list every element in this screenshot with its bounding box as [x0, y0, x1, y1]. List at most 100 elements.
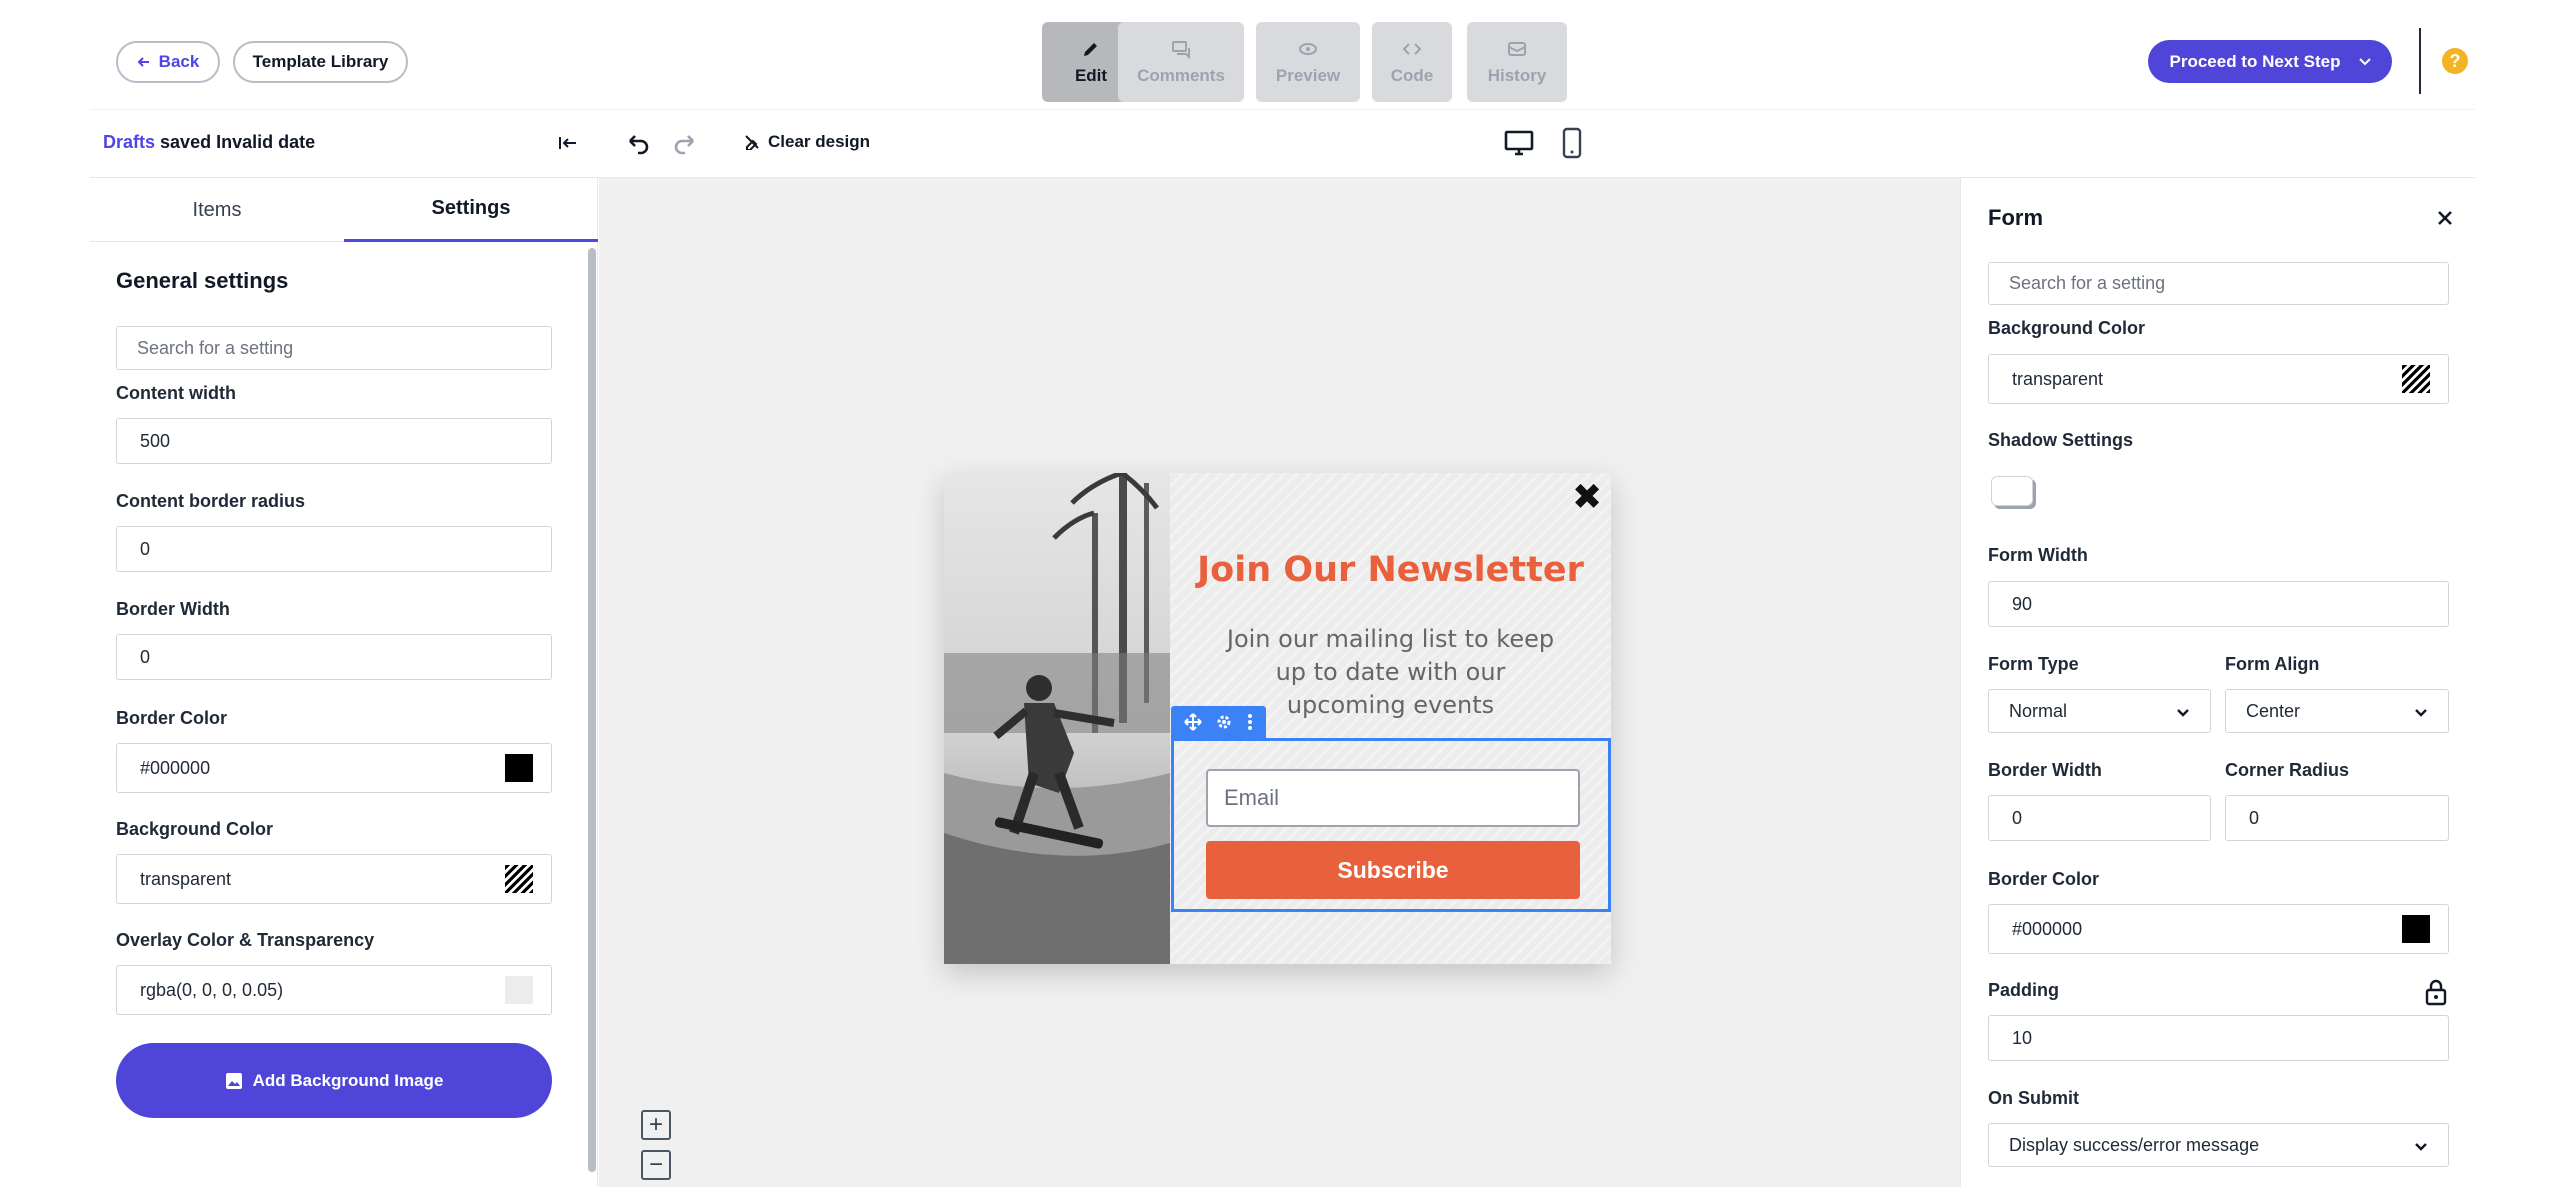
gear-icon[interactable] [1215, 713, 1233, 731]
padding-label: Padding [1988, 980, 2059, 1000]
form-border-width-field[interactable]: 0 [1988, 795, 2211, 841]
pencil-icon [1084, 43, 1097, 56]
border-color-field[interactable]: #000000 [116, 743, 552, 793]
settings-search-input[interactable]: Search for a setting [116, 326, 552, 370]
form-width-label: Form Width [1988, 545, 2088, 565]
back-button[interactable]: Back [116, 41, 220, 83]
tab-code[interactable]: Code [1372, 22, 1452, 102]
clear-design-button[interactable]: Clear design [744, 132, 870, 152]
clear-design-label: Clear design [768, 132, 871, 151]
form-type-select[interactable]: Normal [1988, 689, 2211, 733]
left-panel-scrollbar[interactable] [588, 248, 596, 1172]
comment-icon [1172, 41, 1190, 60]
tab-preview[interactable]: Preview [1256, 22, 1360, 102]
lock-icon[interactable] [2423, 978, 2449, 1006]
corner-radius-label: Corner Radius [2225, 760, 2350, 780]
tab-history-label: History [1487, 66, 1547, 85]
tab-comments[interactable]: Comments [1118, 22, 1244, 102]
draft-status: Drafts saved Invalid date [103, 132, 315, 153]
color-swatch[interactable] [505, 754, 533, 782]
background-color-value: transparent [140, 868, 232, 889]
transparent-swatch[interactable] [2402, 365, 2430, 393]
shadow-settings-label: Shadow Settings [1988, 430, 2134, 450]
design-canvas[interactable]: ✖ Join Our Newsletter Join our mailing l… [599, 178, 1960, 1187]
more-vertical-icon[interactable] [1247, 713, 1253, 731]
form-type-value: Normal [2009, 700, 2068, 721]
eye-icon [1299, 43, 1317, 55]
color-swatch[interactable] [2402, 915, 2430, 943]
shadow-toggle[interactable] [1991, 476, 2033, 506]
popup-close-icon[interactable]: ✖ [1572, 479, 1602, 515]
overlay-swatch[interactable] [505, 976, 533, 1004]
general-settings-title: General settings [116, 268, 289, 293]
chevron-down-icon[interactable] [2358, 57, 2371, 66]
on-submit-value: Display success/error message [2009, 1134, 2260, 1155]
zoom-in-button[interactable]: + [641, 1110, 671, 1140]
form-background-color-label: Background Color [1988, 318, 2146, 338]
tab-preview-label: Preview [1275, 66, 1341, 85]
right-properties-panel: Form Search for a setting Background Col… [1960, 178, 2475, 1187]
editor-toolbar: Drafts saved Invalid date Clear design [90, 110, 2475, 178]
background-color-field[interactable]: transparent [116, 854, 552, 904]
content-border-radius-label: Content border radius [116, 491, 306, 511]
tab-items[interactable]: Items [90, 178, 344, 242]
tab-comments-label: Comments [1137, 66, 1225, 85]
zoom-out-button[interactable]: − [641, 1150, 671, 1180]
proceed-label: Proceed to Next Step [2169, 51, 2341, 71]
proceed-next-step-button[interactable]: Proceed to Next Step [2148, 40, 2392, 83]
undo-icon[interactable] [623, 130, 651, 158]
overlay-color-label: Overlay Color & Transparency [116, 930, 375, 950]
corner-radius-field[interactable]: 0 [2225, 795, 2449, 841]
form-width-field[interactable]: 90 [1988, 581, 2449, 627]
form-background-color-value: transparent [2012, 368, 2104, 389]
content-width-field[interactable]: 500 [116, 418, 552, 464]
on-submit-select[interactable]: Display success/error message [1988, 1123, 2449, 1167]
newsletter-description[interactable]: Join our mailing list to keep up to date… [1220, 623, 1561, 722]
move-icon[interactable] [1184, 713, 1202, 731]
collapse-left-icon[interactable] [555, 130, 581, 156]
newsletter-title[interactable]: Join Our Newsletter [1170, 550, 1611, 590]
code-icon [1402, 43, 1422, 55]
desktop-icon[interactable] [1503, 127, 1535, 159]
email-field[interactable]: Email [1206, 769, 1580, 827]
panel-title: Form [1988, 205, 2043, 230]
arrow-left-icon [137, 57, 149, 67]
chevron-down-icon [2415, 709, 2427, 717]
paint-off-icon [745, 135, 759, 150]
transparent-swatch[interactable] [505, 865, 533, 893]
tab-settings[interactable]: Settings [344, 178, 598, 242]
form-align-value: Center [2246, 700, 2301, 721]
right-search-input[interactable]: Search for a setting [1988, 262, 2449, 305]
padding-field[interactable]: 10 [1988, 1015, 2449, 1061]
draft-saved-text: saved Invalid date [160, 132, 316, 152]
template-library-button[interactable]: Template Library [233, 41, 408, 83]
newsletter-popup[interactable]: ✖ Join Our Newsletter Join our mailing l… [944, 473, 1611, 964]
help-icon[interactable]: ? [2442, 48, 2468, 74]
form-type-label: Form Type [1988, 654, 2079, 674]
redo-icon[interactable] [672, 130, 700, 158]
form-align-select[interactable]: Center [2225, 689, 2449, 733]
form-border-width-label: Border Width [1988, 760, 2102, 780]
skateboarder-photo[interactable] [944, 473, 1170, 964]
envelope-icon [1508, 42, 1526, 56]
form-align-label: Form Align [2225, 654, 2320, 674]
border-width-field[interactable]: 0 [116, 634, 552, 680]
drafts-link[interactable]: Drafts [103, 132, 155, 152]
selected-form-block[interactable]: Email Subscribe [1171, 738, 1611, 912]
form-border-color-label: Border Color [1988, 869, 2100, 889]
form-background-color-field[interactable]: transparent [1988, 354, 2449, 404]
mobile-icon[interactable] [1560, 127, 1584, 159]
left-panel-tabs: Items Settings [90, 178, 598, 242]
overlay-color-value: rgba(0, 0, 0, 0.05) [140, 979, 284, 1000]
border-width-label: Border Width [116, 599, 230, 619]
content-border-radius-field[interactable]: 0 [116, 526, 552, 572]
close-icon[interactable] [2431, 204, 2459, 232]
on-submit-label: On Submit [1988, 1088, 2079, 1108]
form-border-color-field[interactable]: #000000 [1988, 904, 2449, 954]
tab-history[interactable]: History [1467, 22, 1567, 102]
overlay-color-field[interactable]: rgba(0, 0, 0, 0.05) [116, 965, 552, 1015]
add-background-image-button[interactable]: Add Background Image [116, 1043, 552, 1118]
left-settings-panel: Items Settings General settings Search f… [90, 178, 598, 1187]
background-color-label: Background Color [116, 819, 274, 839]
subscribe-button[interactable]: Subscribe [1206, 841, 1580, 899]
